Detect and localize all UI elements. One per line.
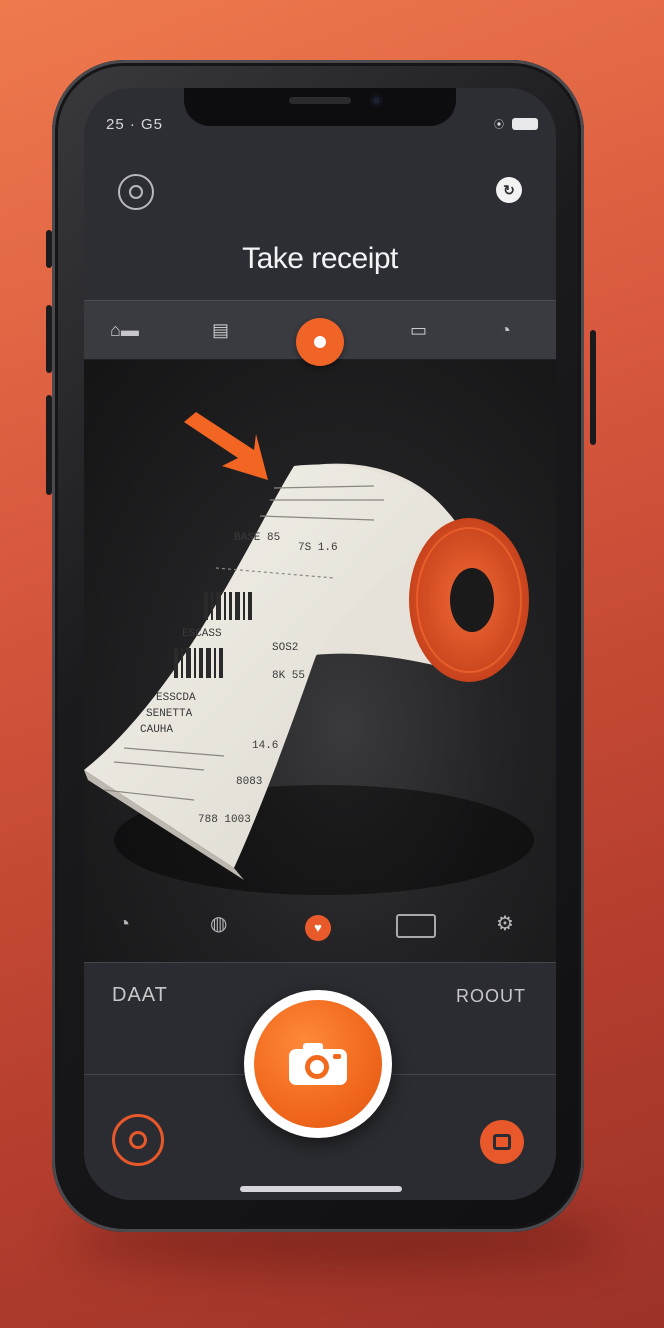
side-button-mute xyxy=(46,230,52,268)
svg-text:BASE 85: BASE 85 xyxy=(234,532,280,544)
phone-screen: 25 · G5 ⦿ ↻ Take receipt ⌂▬ ▤ ▭ ◔ BASE 8… xyxy=(84,88,556,1200)
document-icon[interactable]: ▤ xyxy=(212,321,229,339)
timer-icon[interactable]: ◔ xyxy=(118,912,130,936)
capture-mode-button[interactable] xyxy=(296,318,344,366)
folder-icon[interactable]: ▭ xyxy=(410,321,427,339)
svg-text:8083: 8083 xyxy=(236,776,262,788)
chart-icon[interactable]: ◔ xyxy=(500,321,511,339)
side-button-power xyxy=(590,330,596,445)
status-time: 25 · G5 xyxy=(106,116,164,133)
receipt-roll-image: BASE 85 ESCASS ESSCDA SENETTA CAUHA 7S 1… xyxy=(84,412,534,895)
signal-icon: ⦿ xyxy=(494,120,504,131)
svg-text:14.6: 14.6 xyxy=(252,740,278,752)
right-label[interactable]: ROOUT xyxy=(456,986,526,1007)
status-indicators: ⦿ xyxy=(494,116,538,131)
svg-text:788 1003: 788 1003 xyxy=(198,814,251,826)
frame-icon[interactable] xyxy=(396,914,436,938)
record-icon[interactable] xyxy=(112,1114,164,1166)
home-indicator[interactable] xyxy=(240,1186,402,1192)
side-button-volume-up xyxy=(46,305,52,373)
svg-text:CAUHA: CAUHA xyxy=(140,724,173,736)
shutter-inner xyxy=(254,1000,382,1128)
camera-viewfinder[interactable]: BASE 85 ESCASS ESSCDA SENETTA CAUHA 7S 1… xyxy=(84,360,556,972)
side-button-volume-down xyxy=(46,395,52,495)
settings-icon[interactable]: ⚙ xyxy=(496,912,514,936)
svg-text:SOS2: SOS2 xyxy=(272,642,298,654)
page-title: Take receipt xyxy=(242,242,398,275)
notch xyxy=(184,88,456,126)
home-icon[interactable]: ⌂▬ xyxy=(110,321,139,339)
refresh-icon[interactable]: ↻ xyxy=(496,177,522,203)
receipt-icon[interactable]: ♥ xyxy=(305,915,331,941)
capture-icon xyxy=(314,336,326,348)
front-camera xyxy=(370,94,383,107)
svg-text:ESCASS: ESCASS xyxy=(182,628,222,640)
left-label[interactable]: DAAT xyxy=(112,984,168,1007)
earpiece-speaker xyxy=(289,97,351,104)
svg-text:ESSCDA: ESSCDA xyxy=(156,692,196,704)
svg-text:7S 1.6: 7S 1.6 xyxy=(298,542,338,554)
flash-icon[interactable]: ◍ xyxy=(210,912,227,936)
camera-target-icon[interactable] xyxy=(118,174,154,210)
shutter-button[interactable] xyxy=(244,990,392,1138)
svg-text:8K 55: 8K 55 xyxy=(272,670,305,682)
gallery-icon[interactable] xyxy=(480,1120,524,1164)
svg-text:SENETTA: SENETTA xyxy=(146,708,193,720)
battery-icon xyxy=(512,117,538,130)
camera-icon xyxy=(289,1043,347,1085)
